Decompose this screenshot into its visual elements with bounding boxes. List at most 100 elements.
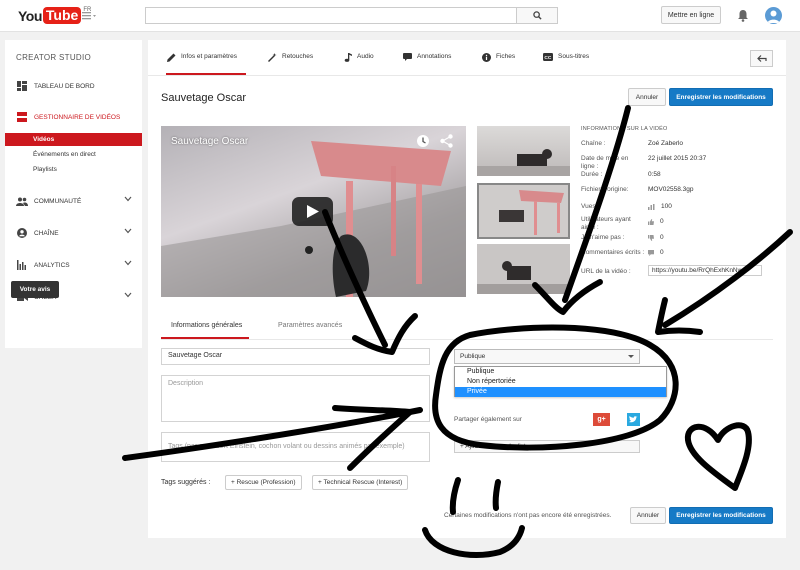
dislikes-row: 0: [648, 234, 664, 241]
sidebar-item-video-manager[interactable]: GESTIONNAIRE DE VIDÉOS: [5, 110, 142, 124]
sidebar-item-dashboard[interactable]: TABLEAU DE BORD: [5, 79, 142, 93]
sidebar: CREATOR STUDIO TABLEAU DE BORD GESTIONNA…: [5, 40, 142, 348]
feedback-button[interactable]: Votre avis: [11, 281, 59, 298]
thumbs-down-icon: [648, 234, 654, 241]
watch-later-icon[interactable]: [416, 134, 430, 150]
tab-audio[interactable]: Audio: [344, 53, 374, 75]
privacy-option-private[interactable]: Privée: [455, 387, 666, 397]
duration-label: Durée :: [581, 171, 603, 178]
search-input[interactable]: [145, 7, 517, 24]
google-plus-icon: g+: [597, 416, 606, 423]
views-row: 100: [648, 203, 672, 210]
logo-you: You: [18, 8, 42, 24]
tab-label: Annotations: [417, 53, 452, 60]
play-button[interactable]: [292, 197, 333, 226]
tags-input[interactable]: Tags (par ex. albert Einstein, cochon vo…: [161, 432, 430, 462]
comments-value: 0: [660, 249, 664, 256]
save-button-bottom[interactable]: Enregistrer les modifications: [669, 507, 773, 524]
dislikes-label: Je n'aime pas :: [581, 234, 625, 241]
video-url-field[interactable]: https://youtu.be/RrQhExhKnNw: [648, 265, 762, 276]
privacy-dropdown-menu: Publique Non répertoriée Privée: [454, 366, 667, 397]
thumbnail-option-2[interactable]: [477, 183, 570, 239]
sidebar-item-label: COMMUNAUTÉ: [34, 197, 82, 205]
comments-label: Commentaires écrits :: [581, 249, 645, 256]
sidebar-item-channel[interactable]: CHAÎNE: [5, 226, 142, 240]
search-icon: [532, 11, 542, 20]
tab-cards[interactable]: Fiches: [482, 53, 515, 75]
tab-subtitles[interactable]: CC Sous-titres: [543, 53, 589, 75]
tab-label: Audio: [357, 53, 374, 60]
video-manager-icon: [16, 112, 28, 122]
suggested-tag-technical-rescue[interactable]: + Technical Rescue (Interest): [312, 475, 409, 490]
back-button[interactable]: [750, 50, 773, 67]
logo-tube: Tube: [42, 7, 82, 24]
video-info-heading: INFORMATIONS SUR LA VIDÉO: [581, 126, 668, 132]
share-label: Partager également sur: [454, 416, 522, 423]
sidebar-item-label: CHAÎNE: [34, 229, 59, 237]
sidebar-item-label: GESTIONNAIRE DE VIDÉOS: [34, 113, 121, 121]
bell-icon[interactable]: [737, 9, 749, 24]
sidebar-item-label: ANALYTICS: [34, 261, 70, 269]
likes-row: 0: [648, 218, 664, 225]
subtab-advanced-settings[interactable]: Paramètres avancés: [278, 322, 342, 329]
privacy-option-unlisted[interactable]: Non répertoriée: [455, 377, 666, 387]
tabs-divider: [148, 75, 786, 76]
upload-button[interactable]: Mettre en ligne: [661, 6, 721, 24]
original-file-label: Fichier d'origine:: [581, 186, 629, 193]
youtube-logo[interactable]: You Tube FR: [18, 7, 91, 24]
video-player[interactable]: Sauvetage Oscar: [161, 126, 466, 297]
views-label: Vues :: [581, 203, 600, 210]
sidebar-item-videos[interactable]: Vidéos: [5, 133, 142, 146]
music-note-icon: [344, 53, 352, 62]
suggested-tag-rescue[interactable]: + Rescue (Profession): [225, 475, 302, 490]
google-plus-share-button[interactable]: g+: [593, 413, 610, 426]
tab-info-settings[interactable]: Infos et paramètres: [166, 53, 246, 75]
privacy-select[interactable]: Publique: [454, 349, 640, 364]
chevron-down-icon: [124, 196, 132, 204]
channel-value: Zoé Zaberlo: [648, 140, 684, 147]
magic-wand-icon: [268, 53, 277, 62]
save-button-top[interactable]: Enregistrer les modifications: [669, 88, 773, 106]
dislikes-value: 0: [660, 234, 664, 241]
subtab-general-info[interactable]: Informations générales: [161, 317, 249, 339]
sidebar-item-community[interactable]: COMMUNAUTÉ: [5, 194, 142, 208]
title-input[interactable]: Sauvetage Oscar: [161, 348, 430, 365]
tab-enhancements[interactable]: Retouches: [268, 53, 313, 75]
privacy-option-public[interactable]: Publique: [455, 367, 666, 377]
channel-label: Chaîne :: [581, 140, 606, 147]
bar-chart-icon: [648, 203, 655, 210]
avatar[interactable]: [765, 7, 782, 24]
search-button[interactable]: [516, 7, 558, 24]
suggested-tags-label: Tags suggérés :: [161, 479, 211, 486]
sidebar-item-analytics[interactable]: ANALYTICS: [5, 258, 142, 272]
sidebar-item-label: TABLEAU DE BORD: [34, 82, 95, 90]
tab-annotations[interactable]: Annotations: [403, 53, 451, 75]
svg-text:CC: CC: [544, 55, 551, 61]
chevron-down-icon: [124, 228, 132, 236]
thumbs-up-icon: [648, 218, 654, 225]
likes-label: Utilisateurs ayant aimé :: [581, 216, 631, 231]
cancel-button-bottom[interactable]: Annuler: [630, 507, 666, 524]
twitter-share-button[interactable]: [627, 413, 640, 426]
video-url-label: URL de la vidéo :: [581, 268, 631, 275]
views-value: 100: [661, 203, 672, 210]
unsaved-changes-notice: Certaines modifications n'ont pas encore…: [444, 512, 612, 519]
cancel-button-top[interactable]: Annuler: [628, 88, 666, 106]
subtabs-divider: [161, 339, 773, 340]
player-title: Sauvetage Oscar: [171, 136, 249, 147]
twitter-icon: [629, 416, 638, 423]
closed-captions-icon: CC: [543, 53, 553, 61]
sidebar-item-playlists[interactable]: Playlists: [5, 163, 142, 176]
tab-label: Sous-titres: [558, 53, 590, 60]
thumbnail-option-3[interactable]: [477, 244, 570, 294]
page-title: Sauvetage Oscar: [161, 92, 246, 104]
guide-menu-icon[interactable]: [82, 12, 96, 22]
thumbnail-option-1[interactable]: [477, 126, 570, 176]
sidebar-item-live-events[interactable]: Événements en direct: [5, 148, 142, 161]
likes-value: 0: [660, 218, 664, 225]
share-icon[interactable]: [440, 134, 453, 150]
add-to-playlist-button[interactable]: + Ajouter à une playlist: [454, 440, 640, 453]
description-textarea[interactable]: Description: [161, 375, 430, 422]
tags-placeholder: Tags (par ex. albert Einstein, cochon vo…: [168, 443, 405, 450]
community-icon: [16, 196, 28, 206]
